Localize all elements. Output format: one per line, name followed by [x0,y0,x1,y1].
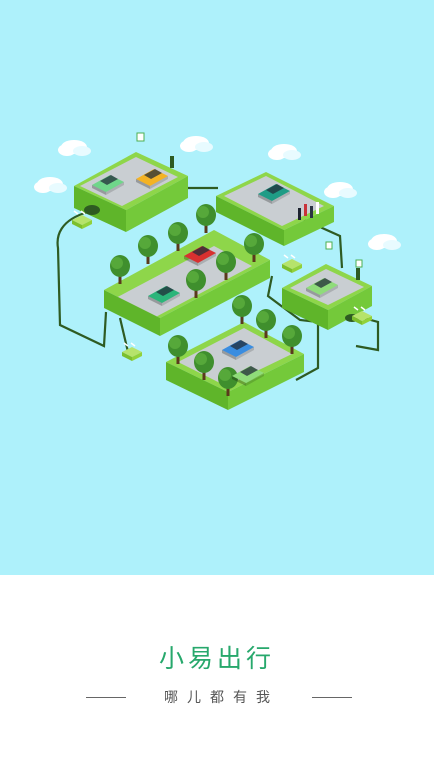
splash-illustration [0,0,434,575]
isometric-city-illustration [34,132,401,410]
app-name: 小易出行 [158,644,275,673]
tree-icon [138,235,158,264]
slogan-divider-right [312,697,352,698]
tree-icon [232,295,252,324]
tree-icon [196,204,216,233]
cloud-icon [58,140,91,156]
cloud-icon [368,234,401,250]
brand-area: 小易出行 哪儿都有我 [0,575,434,773]
cloud-icon [180,136,213,152]
cloud-icon [324,182,357,198]
slogan-row: 哪儿都有我 [0,685,434,709]
parking-lot-top-left [71,132,188,232]
slogan: 哪儿都有我 [164,690,279,706]
power-plug-icon [281,254,303,274]
cloud-icon [34,177,67,193]
power-plug-icon [121,342,143,362]
cloud-icon [268,144,301,160]
